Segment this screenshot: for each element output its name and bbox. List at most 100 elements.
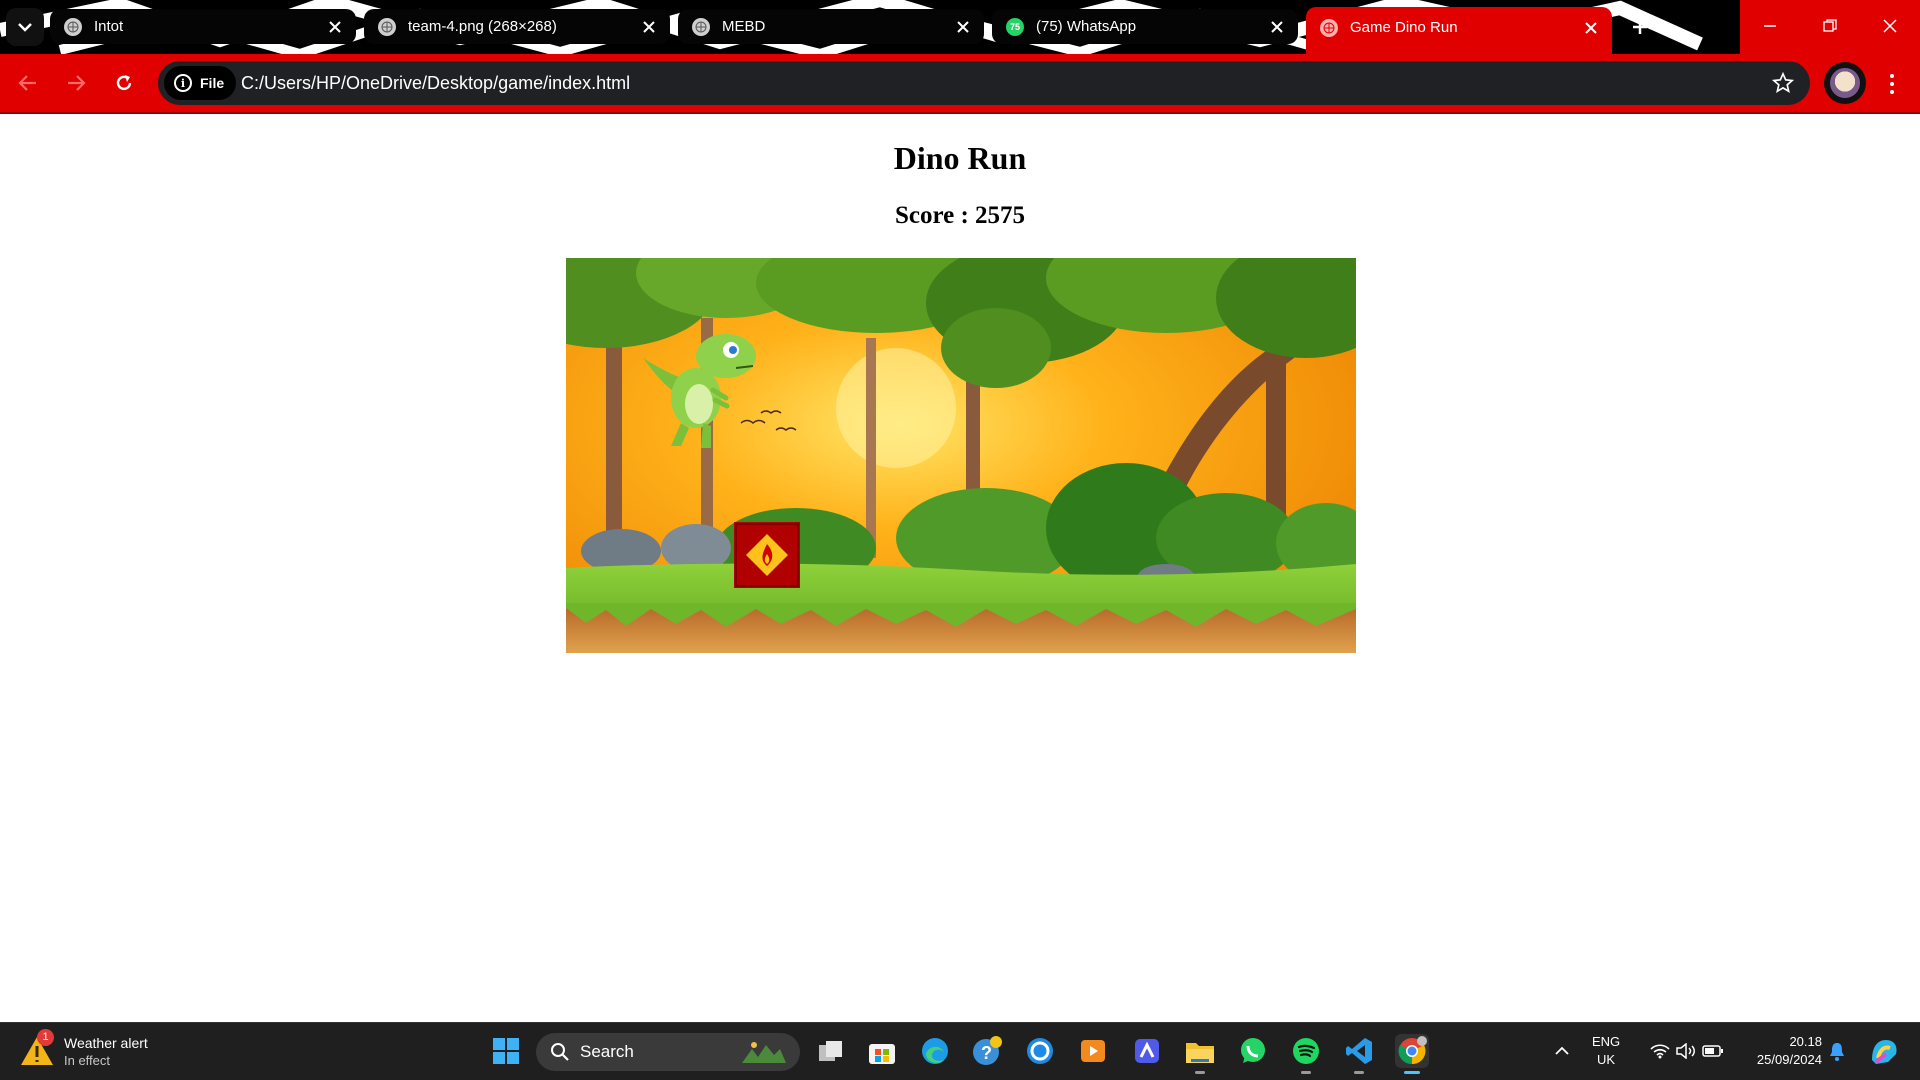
file-explorer-button[interactable] <box>1183 1034 1217 1074</box>
forward-button[interactable] <box>58 65 94 101</box>
windows-start-button[interactable] <box>489 1034 523 1068</box>
search-icon <box>551 1043 569 1061</box>
running-indicator <box>1404 1071 1420 1074</box>
file-explorer-icon <box>1186 1043 1214 1063</box>
plus-icon <box>1633 20 1647 34</box>
page-title: Dino Run <box>893 140 1027 176</box>
site-info-chip[interactable]: i File <box>164 66 237 100</box>
globe-icon <box>64 17 82 36</box>
cortana-button[interactable] <box>1023 1034 1057 1068</box>
taskbar-search[interactable]: Search <box>536 1033 800 1071</box>
battery-icon <box>1702 1045 1723 1057</box>
tab-label: (75) WhatsApp <box>1036 18 1137 35</box>
weather-title: Weather alert <box>64 1034 148 1051</box>
copilot-icon <box>1872 1040 1897 1064</box>
language-code: ENG <box>1592 1034 1621 1049</box>
windows-taskbar: 1 Weather alert In effect Search ? ENG U… <box>0 1022 1920 1080</box>
cortana-icon <box>1027 1038 1053 1064</box>
tab-mebd[interactable]: MEBD <box>678 9 984 44</box>
bell-icon <box>1830 1043 1844 1061</box>
tab-team-4-png[interactable]: team-4.png (268×268) <box>364 9 670 44</box>
edge-icon <box>922 1038 948 1064</box>
restore-button[interactable] <box>1800 0 1860 52</box>
whatsapp-icon: 75 <box>1006 17 1024 36</box>
tab-label: Game Dino Run <box>1350 19 1458 36</box>
vscode-icon <box>1346 1038 1372 1064</box>
tab-strip: Intot team-4.png (268×268) MEBD 75 (75) … <box>0 0 1920 54</box>
linear-button[interactable] <box>1130 1034 1164 1068</box>
weather-widget[interactable]: 1 Weather alert In effect <box>18 1029 148 1069</box>
media-player-button[interactable] <box>1076 1034 1110 1068</box>
info-icon: i <box>174 74 192 92</box>
tab-label: MEBD <box>722 18 766 35</box>
chevron-up-icon <box>1555 1046 1569 1055</box>
score-display: Score : 2575 <box>894 202 1026 229</box>
jungle-background <box>566 258 1356 653</box>
new-tab-button[interactable] <box>1620 8 1660 46</box>
running-indicator <box>1301 1071 1311 1074</box>
close-icon[interactable] <box>954 18 972 36</box>
address-bar[interactable]: i File C:/Users/HP/OneDrive/Desktop/game… <box>158 61 1810 105</box>
taskbar-clock[interactable]: 20.18 25/09/2024 <box>1732 1033 1822 1069</box>
globe-icon <box>692 17 710 36</box>
show-hidden-icons-button[interactable] <box>1544 1034 1580 1068</box>
restore-icon <box>1823 19 1837 32</box>
vscode-button[interactable] <box>1342 1034 1376 1074</box>
spotify-button[interactable] <box>1289 1034 1323 1074</box>
edge-button[interactable] <box>918 1034 952 1068</box>
notifications-button[interactable] <box>1822 1034 1852 1068</box>
minimize-icon <box>1764 25 1776 27</box>
volume-icon <box>1676 1043 1695 1059</box>
chrome-icon <box>1398 1036 1427 1065</box>
chrome-button[interactable] <box>1395 1034 1429 1074</box>
svg-text:?: ? <box>981 1043 992 1063</box>
spotify-icon <box>1293 1038 1319 1064</box>
globe-icon <box>1320 18 1338 37</box>
close-icon[interactable] <box>326 18 344 36</box>
close-icon <box>1883 19 1897 33</box>
clock-time: 20.18 <box>1789 1034 1822 1049</box>
close-icon[interactable] <box>640 18 658 36</box>
weather-subtitle: In effect <box>64 1052 111 1068</box>
game-canvas[interactable] <box>566 258 1356 653</box>
profile-avatar[interactable] <box>1824 62 1866 104</box>
task-view-button[interactable] <box>814 1034 848 1068</box>
back-button[interactable] <box>10 65 46 101</box>
clock-date: 25/09/2024 <box>1756 1052 1822 1067</box>
media-player-icon <box>1081 1040 1105 1062</box>
bookmark-star-icon[interactable] <box>1772 72 1794 94</box>
browser-toolbar: i File C:/Users/HP/OneDrive/Desktop/game… <box>0 54 1920 114</box>
get-help-icon: ? <box>973 1036 1002 1065</box>
globe-icon <box>378 17 396 36</box>
quick-settings-button[interactable] <box>1642 1034 1732 1068</box>
whatsapp-button[interactable] <box>1236 1034 1270 1068</box>
microsoft-store-icon <box>869 1044 895 1064</box>
close-icon[interactable] <box>1582 19 1600 37</box>
reload-button[interactable] <box>106 65 142 101</box>
task-view-icon <box>819 1041 842 1061</box>
search-highlight-icon <box>742 1042 786 1063</box>
wifi-icon <box>1650 1044 1670 1059</box>
microsoft-store-button[interactable] <box>865 1034 899 1068</box>
weather-alert-icon: 1 <box>18 1029 56 1069</box>
input-language-indicator[interactable]: ENG UK <box>1592 1033 1620 1069</box>
get-help-button[interactable]: ? <box>970 1034 1004 1068</box>
url-text[interactable]: C:/Users/HP/OneDrive/Desktop/game/index.… <box>241 61 630 105</box>
arrow-right-icon <box>68 75 86 91</box>
language-region: UK <box>1597 1052 1616 1067</box>
copilot-button[interactable] <box>1864 1034 1904 1068</box>
tab-search-button[interactable] <box>6 8 44 46</box>
minimize-button[interactable] <box>1740 0 1800 52</box>
close-window-button[interactable] <box>1860 0 1920 52</box>
site-chip-label: File <box>200 75 225 91</box>
tab-whatsapp[interactable]: 75 (75) WhatsApp <box>992 9 1298 44</box>
browser-menu-button[interactable] <box>1878 68 1906 100</box>
tab-game-dino-run[interactable]: Game Dino Run <box>1306 7 1612 54</box>
whatsapp-icon <box>1241 1038 1265 1063</box>
reload-icon <box>116 75 132 91</box>
close-icon[interactable] <box>1268 18 1286 36</box>
weather-alert-badge: 1 <box>37 1029 54 1046</box>
search-label: Search <box>580 1042 634 1061</box>
fire-obstacle <box>734 522 800 588</box>
tab-intot[interactable]: Intot <box>50 9 356 44</box>
